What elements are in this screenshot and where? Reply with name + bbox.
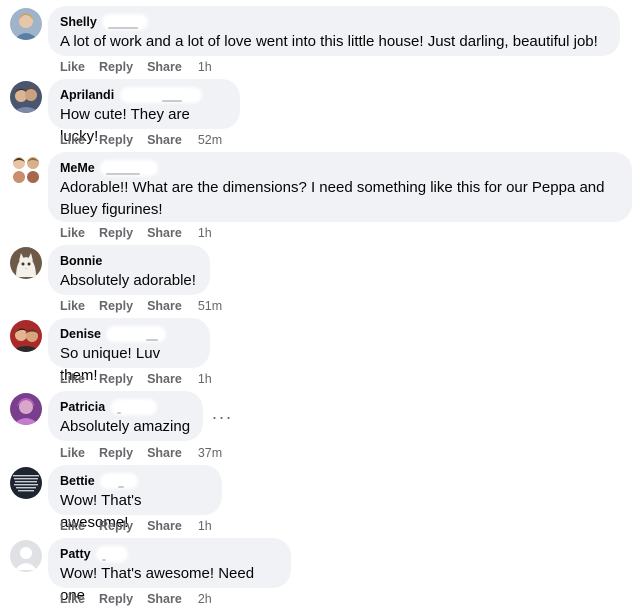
reply-button[interactable]: Reply [99, 133, 133, 147]
comment-actions: Like Reply Share 1h [60, 372, 212, 386]
comment-actions: Like Reply Share 1h [60, 226, 212, 240]
commenter-name[interactable]: Patty [60, 546, 91, 562]
share-button[interactable]: Share [147, 372, 182, 386]
share-button[interactable]: Share [147, 299, 182, 313]
comment-text: A lot of work and a lot of love went int… [60, 33, 598, 50]
avatar[interactable] [10, 247, 42, 279]
like-button[interactable]: Like [60, 372, 85, 386]
redaction-mark [112, 401, 155, 414]
commenter-name[interactable]: Bettie [60, 473, 95, 489]
avatar[interactable] [10, 393, 42, 425]
redaction-mark [121, 89, 200, 102]
commenter-name[interactable]: Aprilandi [60, 87, 114, 103]
comment-actions: Like Reply Share 51m [60, 299, 222, 313]
avatar[interactable] [10, 467, 42, 499]
share-button[interactable]: Share [147, 592, 182, 606]
reply-button[interactable]: Reply [99, 372, 133, 386]
commenter-name[interactable]: Patricia [60, 399, 105, 415]
reply-button[interactable]: Reply [99, 60, 133, 74]
comment-bubble: Patricia Absolutely amazing [48, 391, 203, 441]
commenter-name[interactable]: MeMe [60, 160, 95, 176]
comment-timestamp[interactable]: 1h [198, 519, 212, 533]
redaction-mark [104, 16, 147, 29]
comment-actions: Like Reply Share 1h [60, 60, 212, 74]
comment-timestamp[interactable]: 51m [198, 299, 222, 313]
comment-actions: Like Reply Share 2h [60, 592, 212, 606]
comment-actions: Like Reply Share 52m [60, 133, 222, 147]
comment-bubble: Denise So unique! Luv them! [48, 318, 210, 384]
comment-bubble: Shelly A lot of work and a lot of love w… [48, 6, 620, 56]
comment-bubble: MeMe Adorable!! What are the dimensions?… [48, 152, 632, 222]
avatar[interactable] [10, 8, 42, 40]
comment-bubble: Bonnie Absolutely adorable! [48, 245, 210, 295]
avatar[interactable] [10, 540, 42, 572]
share-button[interactable]: Share [147, 519, 182, 533]
like-button[interactable]: Like [60, 299, 85, 313]
comment-timestamp[interactable]: 52m [198, 133, 222, 147]
like-button[interactable]: Like [60, 446, 85, 460]
like-button[interactable]: Like [60, 519, 85, 533]
comment-text: Adorable!! What are the dimensions? I ne… [60, 179, 605, 218]
share-button[interactable]: Share [147, 60, 182, 74]
comment-actions: Like Reply Share 37m [60, 446, 222, 460]
reply-button[interactable]: Reply [99, 446, 133, 460]
comment-actions: Like Reply Share 1h [60, 519, 212, 533]
commenter-name[interactable]: Shelly [60, 14, 97, 30]
comment-bubble: Patty Wow! That's awesome! Need one [48, 538, 291, 604]
comment-bubble: Bettie Wow! That's awesome! [48, 465, 222, 531]
commenter-name[interactable]: Denise [60, 326, 101, 342]
redaction-mark [102, 475, 137, 488]
comment-bubble: Aprilandi How cute! They are lucky! [48, 79, 240, 145]
avatar[interactable] [10, 81, 42, 113]
redaction-mark [102, 162, 157, 175]
comment-text: Absolutely amazing [60, 418, 191, 435]
comment-timestamp[interactable]: 1h [198, 226, 212, 240]
like-button[interactable]: Like [60, 592, 85, 606]
redaction-mark [108, 328, 165, 341]
redaction-mark [98, 548, 127, 561]
like-button[interactable]: Like [60, 226, 85, 240]
avatar[interactable] [10, 154, 42, 186]
comment-timestamp[interactable]: 1h [198, 60, 212, 74]
reply-button[interactable]: Reply [99, 226, 133, 240]
reply-button[interactable]: Reply [99, 299, 133, 313]
like-button[interactable]: Like [60, 60, 85, 74]
like-button[interactable]: Like [60, 133, 85, 147]
comment-text: Absolutely adorable! [60, 272, 196, 289]
share-button[interactable]: Share [147, 446, 182, 460]
share-button[interactable]: Share [147, 226, 182, 240]
share-button[interactable]: Share [147, 133, 182, 147]
comment-timestamp[interactable]: 2h [198, 592, 212, 606]
more-options-button[interactable]: ··· [210, 408, 234, 429]
comment-timestamp[interactable]: 1h [198, 372, 212, 386]
reply-button[interactable]: Reply [99, 592, 133, 606]
reply-button[interactable]: Reply [99, 519, 133, 533]
avatar[interactable] [10, 320, 42, 352]
comment-timestamp[interactable]: 37m [198, 446, 222, 460]
commenter-name[interactable]: Bonnie [60, 253, 102, 269]
